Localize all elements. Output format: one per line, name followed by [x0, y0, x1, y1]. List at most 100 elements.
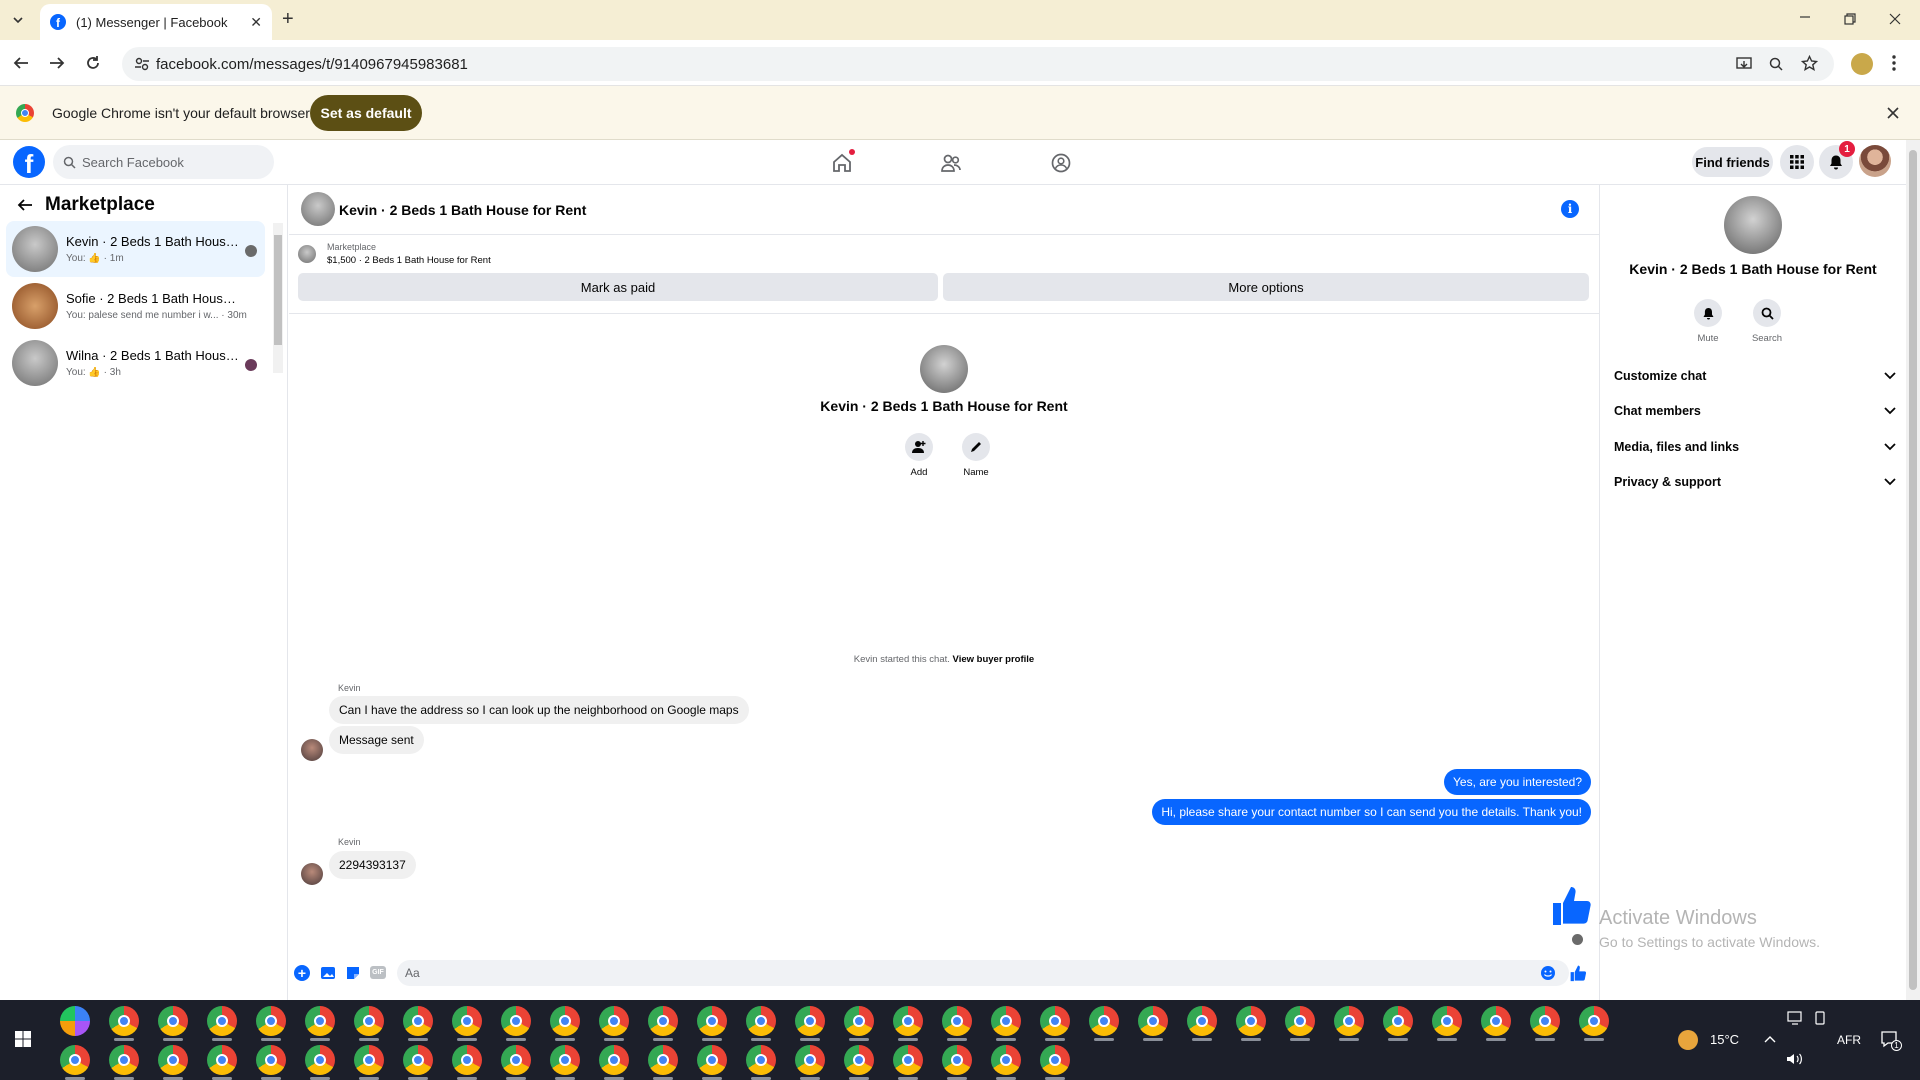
conversation-item-sofie[interactable]: Sofie · 2 Beds 1 Bath House for ... You:…: [6, 278, 265, 334]
incoming-message[interactable]: Can I have the address so I can look up …: [329, 696, 749, 724]
chrome-app-icon[interactable]: [501, 1045, 531, 1075]
chrome-app-icon[interactable]: [795, 1006, 825, 1036]
mute-button[interactable]: Mute: [1690, 299, 1726, 344]
sent-thumbs-up-icon[interactable]: [1551, 883, 1591, 927]
search-facebook-box[interactable]: Search Facebook: [53, 145, 274, 179]
chat-profile-avatar[interactable]: [920, 345, 968, 393]
add-member-button[interactable]: Add: [899, 433, 939, 478]
chrome-app-icon[interactable]: [305, 1045, 335, 1075]
chrome-app-icon[interactable]: [403, 1045, 433, 1075]
conversation-item-wilna[interactable]: Wilna · 2 Beds 1 Bath House f... You: 👍 …: [6, 335, 265, 391]
back-icon[interactable]: [12, 54, 30, 72]
install-app-icon[interactable]: [1736, 56, 1752, 72]
listing-description[interactable]: $1,500 · 2 Beds 1 Bath House for Rent: [327, 255, 491, 266]
search-in-chat-button[interactable]: Search: [1747, 299, 1787, 344]
chrome-app-icon[interactable]: [893, 1006, 923, 1036]
weather-icon[interactable]: [1678, 1030, 1698, 1050]
chrome-app-icon[interactable]: [452, 1045, 482, 1075]
reload-icon[interactable]: [84, 54, 102, 72]
chrome-app-icon[interactable]: [1285, 1006, 1315, 1036]
bookmark-star-icon[interactable]: [1801, 55, 1818, 72]
fb-profile-avatar[interactable]: [1859, 145, 1891, 177]
details-avatar[interactable]: [1724, 196, 1782, 254]
chrome-app-icon[interactable]: [697, 1006, 727, 1036]
chrome-app-icon[interactable]: [1236, 1006, 1266, 1036]
chrome-app-icon[interactable]: [648, 1006, 678, 1036]
chrome-app-icon[interactable]: [1089, 1006, 1119, 1036]
chrome-app-icon[interactable]: [109, 1045, 139, 1075]
chrome-app-icon[interactable]: [501, 1006, 531, 1036]
chrome-app-icon[interactable]: [403, 1006, 433, 1036]
restore-icon[interactable]: [1843, 12, 1857, 26]
page-scrollbar[interactable]: [1906, 140, 1920, 1000]
chrome-app-icon[interactable]: [893, 1045, 923, 1075]
chrome-app-icon[interactable]: [599, 1045, 629, 1075]
chat-members-section[interactable]: Chat members: [1614, 400, 1896, 422]
chrome-app-icon[interactable]: [1481, 1006, 1511, 1036]
home-nav-icon[interactable]: [831, 149, 855, 174]
chrome-app-icon[interactable]: [550, 1045, 580, 1075]
chrome-app-icon[interactable]: [158, 1006, 188, 1036]
chrome-app-icon[interactable]: [1040, 1006, 1070, 1036]
more-options-button[interactable]: More options: [943, 273, 1589, 301]
name-chat-button[interactable]: Name: [956, 433, 996, 478]
chrome-app-icon[interactable]: [746, 1045, 776, 1075]
incoming-message[interactable]: Message sent: [329, 726, 424, 754]
chrome-app-icon[interactable]: [746, 1006, 776, 1036]
network-icon[interactable]: [1787, 1011, 1803, 1025]
chrome-app-icon[interactable]: [256, 1045, 286, 1075]
chrome-app-icon[interactable]: [207, 1006, 237, 1036]
chrome-app-icon[interactable]: [60, 1045, 90, 1075]
chrome-app-icon[interactable]: [452, 1006, 482, 1036]
facebook-logo-icon[interactable]: f: [13, 146, 45, 178]
tab-search-icon[interactable]: [6, 8, 30, 32]
copilot-app-icon[interactable]: [60, 1006, 90, 1036]
chrome-app-icon[interactable]: [795, 1045, 825, 1075]
chrome-app-icon[interactable]: [942, 1045, 972, 1075]
composer-plus-icon[interactable]: +: [294, 965, 310, 981]
chrome-app-icon[interactable]: [991, 1045, 1021, 1075]
groups-nav-icon[interactable]: [1050, 152, 1072, 174]
chrome-app-icon[interactable]: [1334, 1006, 1364, 1036]
chrome-app-icon[interactable]: [648, 1045, 678, 1075]
chrome-app-icon[interactable]: [942, 1006, 972, 1036]
chrome-app-icon[interactable]: [109, 1006, 139, 1036]
chrome-app-icon[interactable]: [305, 1006, 335, 1036]
media-files-links-section[interactable]: Media, files and links: [1614, 436, 1896, 458]
privacy-support-section[interactable]: Privacy & support: [1614, 471, 1896, 493]
sidebar-scrollbar[interactable]: [273, 223, 283, 373]
chrome-app-icon[interactable]: [1187, 1006, 1217, 1036]
chrome-app-icon[interactable]: [1530, 1006, 1560, 1036]
display-icon[interactable]: [1813, 1011, 1827, 1025]
chrome-app-icon[interactable]: [844, 1045, 874, 1075]
chrome-app-icon[interactable]: [354, 1006, 384, 1036]
chrome-app-icon[interactable]: [550, 1006, 580, 1036]
customize-chat-section[interactable]: Customize chat: [1614, 365, 1896, 387]
tab-close-icon[interactable]: ✕: [250, 14, 262, 31]
chrome-app-icon[interactable]: [1138, 1006, 1168, 1036]
outgoing-message[interactable]: Hi, please share your contact number so …: [1152, 799, 1591, 825]
chrome-app-icon[interactable]: [1579, 1006, 1609, 1036]
chrome-app-icon[interactable]: [844, 1006, 874, 1036]
find-friends-button[interactable]: Find friends: [1692, 147, 1773, 177]
temperature-text[interactable]: 15°C: [1710, 1032, 1739, 1047]
chrome-app-icon[interactable]: [1432, 1006, 1462, 1036]
chat-header-title[interactable]: Kevin · 2 Beds 1 Bath House for Rent: [339, 202, 586, 218]
chrome-app-icon[interactable]: [1383, 1006, 1413, 1036]
chrome-app-icon[interactable]: [697, 1045, 727, 1075]
incoming-message[interactable]: 2294393137: [329, 851, 416, 879]
start-windows-icon[interactable]: [15, 1031, 31, 1047]
chrome-app-icon[interactable]: [991, 1006, 1021, 1036]
outgoing-message[interactable]: Yes, are you interested?: [1444, 769, 1591, 795]
view-buyer-profile-link[interactable]: View buyer profile: [953, 654, 1035, 665]
conversation-item-kevin[interactable]: Kevin · 2 Beds 1 Bath House f... You: 👍 …: [6, 221, 265, 277]
show-hidden-icons-chevron-icon[interactable]: [1764, 1035, 1776, 1043]
like-button-icon[interactable]: [1569, 964, 1587, 982]
infobar-close-icon[interactable]: [1886, 106, 1900, 120]
tab-messenger[interactable]: f (1) Messenger | Facebook ✕: [40, 4, 272, 40]
photo-icon[interactable]: [320, 965, 336, 981]
chat-header-avatar[interactable]: [301, 192, 335, 226]
chrome-menu-icon[interactable]: [1892, 54, 1896, 72]
new-tab-icon[interactable]: +: [282, 8, 294, 31]
gif-icon[interactable]: GIF: [370, 966, 386, 979]
